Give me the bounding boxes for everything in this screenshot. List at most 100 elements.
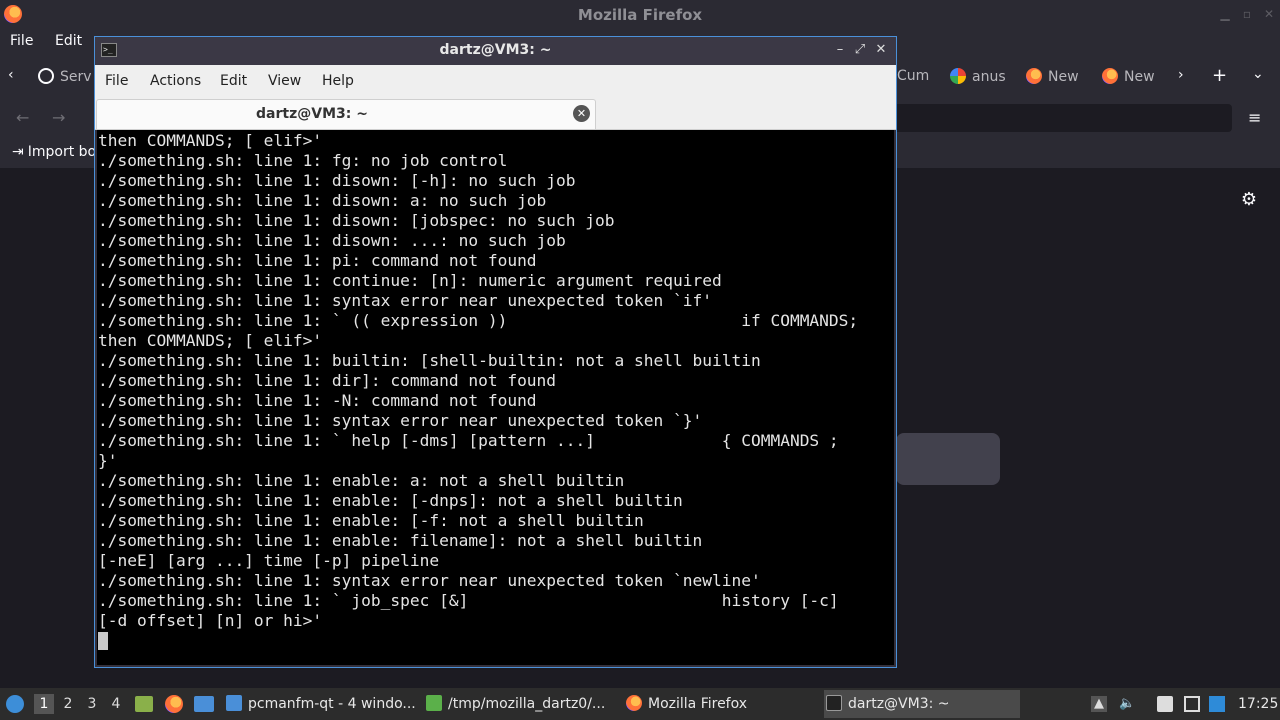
forward-icon[interactable]: → <box>52 108 65 128</box>
task-terminal[interactable]: dartz@VM3: ~ <box>824 690 1020 718</box>
terminal-line: ./something.sh: line 1: syntax error nea… <box>98 571 761 590</box>
google-icon <box>950 68 966 84</box>
clock[interactable]: 17:25 <box>1238 688 1278 720</box>
terminal-line: [-d offset] [n] or hi>' <box>98 611 323 630</box>
task-label: Mozilla Firefox <box>648 696 748 712</box>
terminal-line: ./something.sh: line 1: ` (( expression … <box>98 311 859 330</box>
tab-new-2[interactable]: New <box>1102 68 1155 88</box>
tab-label: New <box>1124 69 1155 85</box>
menu-help[interactable]: Help <box>322 73 354 89</box>
terminal-line: ./something.sh: line 1: disown: a: no su… <box>98 191 547 210</box>
tabs-scroll-left-icon[interactable]: ‹ <box>8 67 14 87</box>
menu-actions[interactable]: Actions <box>150 73 201 89</box>
import-bookmarks-button[interactable]: ⇥ Import bo <box>12 144 96 164</box>
import-bookmarks-label: Import bo <box>27 144 97 160</box>
task-label: /tmp/mozilla_dartz0/... <box>448 696 606 712</box>
menu-edit[interactable]: Edit <box>55 33 82 49</box>
terminal-line: ./something.sh: line 1: dir]: command no… <box>98 371 557 390</box>
folder-icon <box>226 695 242 711</box>
maximize-icon[interactable]: ⤢ <box>851 41 869 59</box>
firefox-icon <box>1026 68 1042 84</box>
terminal-line: ./something.sh: line 1: ` job_spec [&] h… <box>98 591 839 610</box>
show-desktop-icon[interactable] <box>194 696 214 712</box>
terminal-line: }' <box>98 451 118 470</box>
firefox-titlebar: Mozilla Firefox ▁ ▫ ✕ <box>0 0 1280 30</box>
firefox-icon <box>626 695 642 711</box>
terminal-tabbar: dartz@VM3: ~ ✕ <box>95 97 896 130</box>
task-label: pcmanfm-qt - 4 windo... <box>248 696 416 712</box>
terminal-line: ./something.sh: line 1: enable: [-f: not… <box>98 511 644 530</box>
app-menu-icon[interactable]: ≡ <box>1248 108 1261 128</box>
newtab-card[interactable] <box>896 433 1000 485</box>
file-manager-launcher-icon[interactable] <box>135 696 153 712</box>
list-all-tabs-icon[interactable]: ⌄ <box>1252 66 1264 86</box>
task-pcmanfm[interactable]: pcmanfm-qt - 4 windo... <box>224 690 416 718</box>
terminal-window-title: dartz@VM3: ~ <box>439 42 552 58</box>
terminal-line: ./something.sh: line 1: pi: command not … <box>98 251 537 270</box>
update-notifier-icon[interactable] <box>1209 696 1225 712</box>
firefox-launcher-icon[interactable] <box>165 695 183 713</box>
url-bar[interactable] <box>890 104 1232 132</box>
terminal-icon <box>826 695 842 711</box>
new-tab-icon[interactable]: + <box>1212 65 1227 86</box>
menu-file[interactable]: File <box>10 33 33 49</box>
terminal-line: ./something.sh: line 1: fg: no job contr… <box>98 151 508 170</box>
tab-google[interactable]: anus <box>950 68 1006 88</box>
info-icon <box>38 68 54 84</box>
terminal-line: ./something.sh: line 1: enable: [-dnps]:… <box>98 491 683 510</box>
taskbar: 1 2 3 4 pcmanfm-qt - 4 windo... /tmp/moz… <box>0 688 1280 720</box>
menu-edit[interactable]: Edit <box>220 73 247 89</box>
tabs-scroll-right-icon[interactable]: › <box>1178 67 1184 87</box>
menu-file[interactable]: File <box>105 73 128 89</box>
minimize-icon[interactable]: ▁ <box>1218 7 1232 21</box>
tab-label: New <box>1048 69 1079 85</box>
volume-icon[interactable]: 🔈 <box>1119 696 1135 712</box>
tab-serv[interactable]: Serv <box>38 68 92 88</box>
terminal-window: >_ dartz@VM3: ~ – ⤢ ✕ File Actions Edit … <box>94 36 897 668</box>
tray-up-arrow-icon[interactable]: ▲ <box>1091 696 1107 712</box>
tab-label: Serv <box>60 69 92 85</box>
terminal-line: ./something.sh: line 1: syntax error nea… <box>98 411 703 430</box>
tab-label: Cum <box>897 68 930 84</box>
tab-label: anus <box>972 69 1006 85</box>
back-icon[interactable]: ← <box>16 108 29 128</box>
terminal-output[interactable]: then COMMANDS; [ elif>' ./something.sh: l… <box>97 130 894 665</box>
import-icon: ⇥ <box>12 144 24 160</box>
workspace-1[interactable]: 1 <box>34 694 54 714</box>
terminal-line: ./something.sh: line 1: ` help [-dms] [p… <box>98 431 839 450</box>
close-tab-icon[interactable]: ✕ <box>573 105 590 122</box>
workspace-4[interactable]: 4 <box>106 694 126 714</box>
close-icon[interactable]: ✕ <box>872 41 890 59</box>
terminal-line: [-neE] [arg ...] time [-p] pipeline <box>98 551 440 570</box>
terminal-titlebar[interactable]: >_ dartz@VM3: ~ – ⤢ ✕ <box>95 37 896 65</box>
terminal-menubar: File Actions Edit View Help <box>95 65 896 97</box>
terminal-line: ./something.sh: line 1: syntax error nea… <box>98 291 712 310</box>
task-tmp-mozilla[interactable]: /tmp/mozilla_dartz0/... <box>424 690 616 718</box>
terminal-line: then COMMANDS; [ elif>' <box>98 131 323 150</box>
gear-icon[interactable]: ⚙ <box>1238 189 1260 211</box>
minimize-icon[interactable]: – <box>831 41 849 59</box>
terminal-line: ./something.sh: line 1: disown: ...: no … <box>98 231 566 250</box>
clipboard-icon[interactable] <box>1157 696 1173 712</box>
terminal-tab[interactable]: dartz@VM3: ~ ✕ <box>96 99 596 129</box>
tab-new-1[interactable]: New <box>1026 68 1079 88</box>
screen-icon[interactable] <box>1184 696 1200 712</box>
task-firefox[interactable]: Mozilla Firefox <box>624 690 816 718</box>
firefox-icon <box>1102 68 1118 84</box>
start-menu-icon[interactable] <box>6 695 24 713</box>
terminal-tab-label: dartz@VM3: ~ <box>256 106 368 122</box>
terminal-line: ./something.sh: line 1: disown: [jobspec… <box>98 211 615 230</box>
firefox-window-title: Mozilla Firefox <box>577 6 703 24</box>
file-icon <box>426 695 442 711</box>
terminal-line: ./something.sh: line 1: enable: a: not a… <box>98 471 625 490</box>
close-icon[interactable]: ✕ <box>1262 7 1276 21</box>
task-label: dartz@VM3: ~ <box>848 696 950 712</box>
tab-cum[interactable]: Cum <box>897 68 929 88</box>
maximize-icon[interactable]: ▫ <box>1240 7 1254 21</box>
workspace-2[interactable]: 2 <box>58 694 78 714</box>
menu-view[interactable]: View <box>268 73 301 89</box>
terminal-line: ./something.sh: line 1: -N: command not … <box>98 391 537 410</box>
workspace-3[interactable]: 3 <box>82 694 102 714</box>
terminal-line: ./something.sh: line 1: continue: [n]: n… <box>98 271 722 290</box>
terminal-cursor <box>98 632 108 650</box>
